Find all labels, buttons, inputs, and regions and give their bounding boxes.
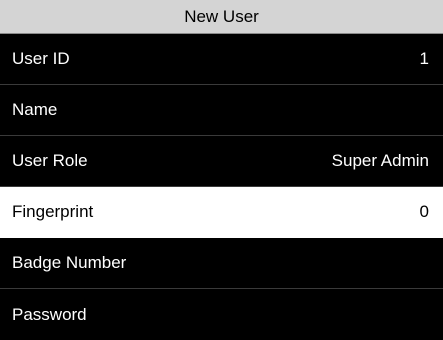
menu-item-badge-number[interactable]: Badge Number [0, 238, 443, 289]
menu-item-label: Password [12, 304, 87, 324]
menu-item-fingerprint[interactable]: Fingerprint 0 [0, 187, 443, 238]
user-field-list: User ID 1 Name User Role Super Admin Fin… [0, 34, 443, 340]
menu-item-label: User ID [12, 49, 70, 68]
menu-item-label: Badge Number [12, 253, 127, 272]
menu-item-value: 1 [419, 49, 429, 68]
menu-item-label: Fingerprint [12, 202, 94, 221]
menu-item-label: User Role [12, 151, 88, 170]
page-title: New User [184, 6, 259, 26]
menu-item-password[interactable]: Password [0, 289, 443, 340]
menu-item-value: 0 [419, 202, 429, 221]
menu-item-label: Name [12, 100, 58, 119]
menu-item-value: Super Admin [331, 151, 429, 170]
menu-item-name[interactable]: Name [0, 85, 443, 136]
menu-item-user-role[interactable]: User Role Super Admin [0, 136, 443, 187]
new-user-screen: New User User ID 1 Name User Role Super … [0, 0, 443, 340]
menu-item-user-id[interactable]: User ID 1 [0, 34, 443, 85]
title-bar: New User [0, 0, 443, 34]
